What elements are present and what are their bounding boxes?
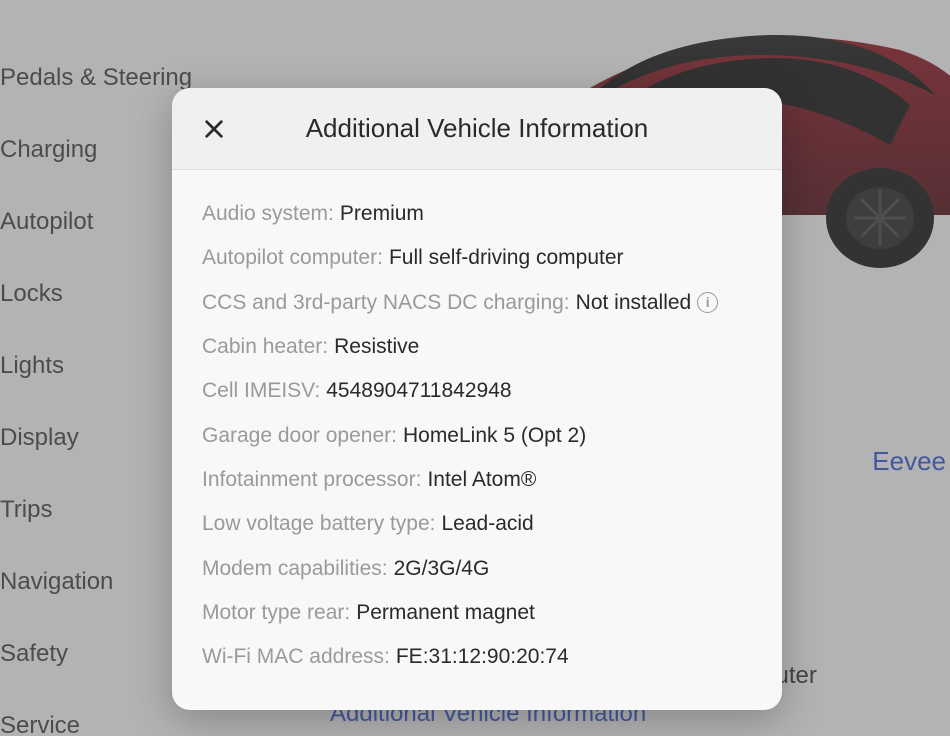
- info-row: CCS and 3rd-party NACS DC charging:Not i…: [202, 281, 752, 325]
- modal-body: Audio system:PremiumAutopilot computer:F…: [172, 170, 782, 710]
- info-value: Lead-acid: [441, 510, 533, 538]
- info-value: Full self-driving computer: [389, 244, 624, 272]
- info-row: Wi-Fi MAC address:FE:31:12:90:20:74: [202, 635, 752, 679]
- info-icon[interactable]: i: [697, 292, 718, 313]
- modal-title: Additional Vehicle Information: [232, 113, 758, 144]
- info-row: Low voltage battery type:Lead-acid: [202, 502, 752, 546]
- info-value: FE:31:12:90:20:74: [396, 643, 569, 671]
- modal-header: Additional Vehicle Information: [172, 88, 782, 170]
- info-label: Cell IMEISV:: [202, 377, 320, 405]
- close-button[interactable]: [196, 111, 232, 147]
- info-row: Motor type rear:Permanent magnet: [202, 591, 752, 635]
- info-label: Wi-Fi MAC address:: [202, 643, 390, 671]
- info-value: Intel Atom®: [427, 466, 536, 494]
- info-label: Garage door opener:: [202, 422, 397, 450]
- info-value: HomeLink 5 (Opt 2): [403, 422, 586, 450]
- close-icon: [203, 118, 225, 140]
- additional-vehicle-info-modal: Additional Vehicle Information Audio sys…: [172, 88, 782, 710]
- info-row: Cell IMEISV:4548904711842948: [202, 369, 752, 413]
- info-row: Audio system:Premium: [202, 192, 752, 236]
- info-label: Audio system:: [202, 200, 334, 228]
- info-value: Resistive: [334, 333, 419, 361]
- info-label: Cabin heater:: [202, 333, 328, 361]
- info-value: Premium: [340, 200, 424, 228]
- info-label: Autopilot computer:: [202, 244, 383, 272]
- info-value: Permanent magnet: [356, 599, 535, 627]
- info-value: 2G/3G/4G: [394, 555, 490, 583]
- info-label: Motor type rear:: [202, 599, 350, 627]
- info-row: Autopilot computer:Full self-driving com…: [202, 236, 752, 280]
- info-row: Modem capabilities:2G/3G/4G: [202, 547, 752, 591]
- info-label: Modem capabilities:: [202, 555, 388, 583]
- info-label: Infotainment processor:: [202, 466, 421, 494]
- info-row: Garage door opener:HomeLink 5 (Opt 2): [202, 414, 752, 458]
- info-label: Low voltage battery type:: [202, 510, 435, 538]
- info-label: CCS and 3rd-party NACS DC charging:: [202, 289, 570, 317]
- info-value: 4548904711842948: [326, 377, 511, 405]
- info-value: Not installed: [576, 289, 692, 317]
- info-row: Cabin heater:Resistive: [202, 325, 752, 369]
- info-row: Infotainment processor:Intel Atom®: [202, 458, 752, 502]
